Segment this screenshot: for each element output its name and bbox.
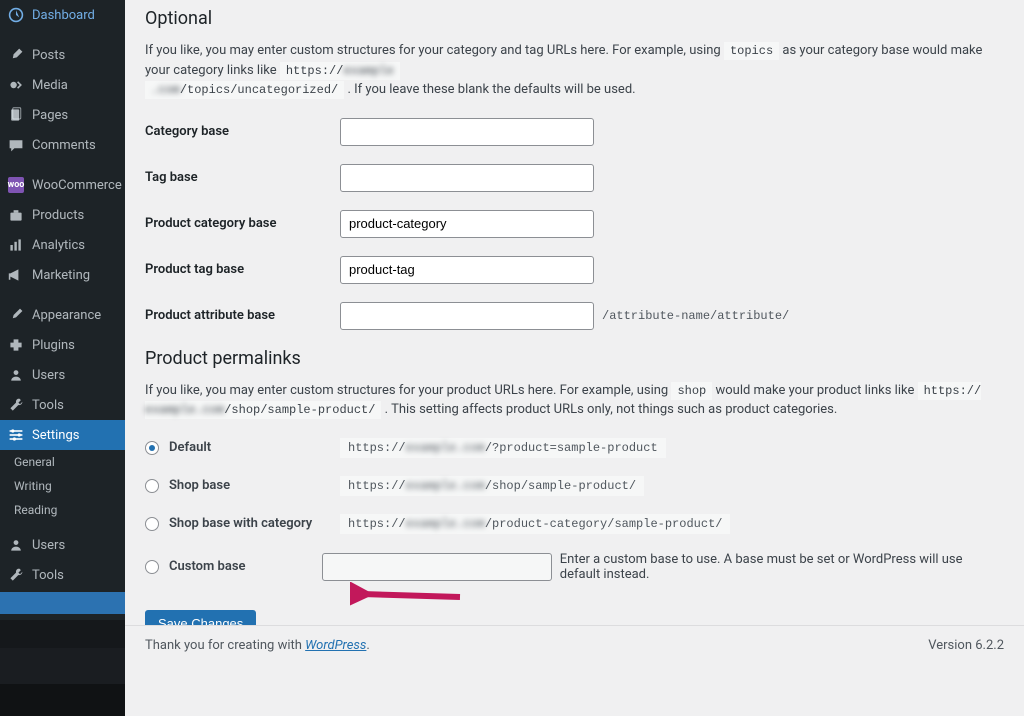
category-base-label: Category base (145, 124, 340, 139)
radio-icon (145, 517, 159, 531)
sidebar-item-appearance[interactable]: Appearance (0, 300, 125, 330)
sidebar-label: Settings (32, 428, 79, 443)
sidebar-label: Tools (32, 398, 64, 413)
sidebar-label: Dashboard (32, 8, 95, 23)
sidebar-label: Products (32, 208, 84, 223)
page-icon (8, 107, 24, 123)
sidebar-item-dashboard[interactable]: Dashboard (0, 0, 125, 30)
radio-label: Default (169, 440, 211, 455)
radio-label: Shop base (169, 478, 230, 493)
pin-icon (8, 47, 24, 63)
optional-heading: Optional (145, 8, 1004, 29)
product-attr-suffix: /attribute-name/attribute/ (602, 309, 789, 323)
footer-version: Version 6.2.2 (928, 638, 1004, 653)
permalink-option-shop[interactable]: Shop base (145, 478, 340, 493)
sidebar-item-users[interactable]: Users (0, 360, 125, 390)
wrench-icon (8, 567, 24, 583)
sidebar-label: Pages (32, 108, 68, 123)
settings-icon (8, 427, 24, 443)
code-topics: topics (724, 42, 779, 60)
category-base-input[interactable] (340, 118, 594, 146)
sidebar-item-posts[interactable]: Posts (0, 40, 125, 70)
sidebar-label: Plugins (32, 338, 75, 353)
radio-icon (145, 560, 159, 574)
product-cat-base-input[interactable] (340, 210, 594, 238)
permalink-code: https://example.com/product-category/sam… (340, 514, 730, 534)
sidebar-redacted (0, 620, 125, 648)
sidebar-item-comments[interactable]: Comments (0, 130, 125, 160)
radio-label: Custom base (169, 559, 246, 574)
sidebar-label: Tools (32, 568, 64, 583)
megaphone-icon (8, 267, 24, 283)
product-attr-base-label: Product attribute base (145, 308, 340, 323)
code-url1: https://example (280, 62, 400, 80)
sidebar-redacted (0, 684, 125, 716)
product-icon (8, 207, 24, 223)
permalink-code: https://example.com/?product=sample-prod… (340, 438, 666, 458)
sidebar-item-woocommerce[interactable]: woo WooCommerce (0, 170, 125, 200)
sidebar-sub-general[interactable]: General (0, 450, 125, 474)
tag-base-input[interactable] (340, 164, 594, 192)
code-url1b: .com/topics/uncategorized/ (145, 81, 344, 99)
tag-base-label: Tag base (145, 170, 340, 185)
sidebar-label: Comments (32, 138, 96, 153)
sidebar-item-marketing[interactable]: Marketing (0, 260, 125, 290)
analytics-icon (8, 237, 24, 253)
code-shop: shop (671, 382, 712, 400)
sidebar-item-tools[interactable]: Tools (0, 390, 125, 420)
radio-icon (145, 479, 159, 493)
permalink-code: https://example.com/shop/sample-product/ (340, 476, 644, 496)
custom-base-input[interactable] (322, 553, 552, 581)
wrench-icon (8, 397, 24, 413)
admin-sidebar: Dashboard Posts Media Pages Comments woo… (0, 0, 125, 665)
sidebar-redacted (0, 592, 125, 614)
sidebar-label: Media (32, 78, 68, 93)
sidebar-sub-writing[interactable]: Writing (0, 474, 125, 498)
sidebar-item-settings[interactable]: Settings (0, 420, 125, 450)
footer-thanks: Thank you for creating with WordPress. (145, 638, 370, 653)
wordpress-link[interactable]: WordPress (305, 638, 366, 653)
footer: Thank you for creating with WordPress. V… (125, 625, 1024, 665)
plugin-icon (8, 337, 24, 353)
users-icon (8, 537, 24, 553)
main-content: Optional If you like, you may enter cust… (125, 0, 1024, 665)
product-cat-base-label: Product category base (145, 216, 340, 231)
sidebar-item-pages[interactable]: Pages (0, 100, 125, 130)
sidebar-item-plugins[interactable]: Plugins (0, 330, 125, 360)
sidebar-label: Appearance (32, 308, 101, 323)
sidebar-item-products[interactable]: Products (0, 200, 125, 230)
sidebar-item-analytics[interactable]: Analytics (0, 230, 125, 260)
optional-desc: If you like, you may enter custom struct… (145, 41, 1004, 100)
dashboard-icon (8, 7, 24, 23)
product-tag-base-label: Product tag base (145, 262, 340, 277)
woo-icon: woo (8, 177, 24, 193)
comment-icon (8, 137, 24, 153)
permalinks-desc: If you like, you may enter custom struct… (145, 381, 1004, 420)
sidebar-item-media[interactable]: Media (0, 70, 125, 100)
radio-label: Shop base with category (169, 516, 312, 531)
custom-base-help: Enter a custom base to use. A base must … (560, 552, 1004, 582)
sidebar-sub-reading[interactable]: Reading (0, 498, 125, 522)
media-icon (8, 77, 24, 93)
sidebar-item-users-2[interactable]: Users (0, 530, 125, 560)
sidebar-redacted (0, 648, 125, 684)
permalinks-heading: Product permalinks (145, 348, 1004, 369)
product-attr-base-input[interactable] (340, 302, 594, 330)
sidebar-label: Analytics (32, 238, 85, 253)
sidebar-label: WooCommerce (32, 178, 122, 193)
sidebar-label: Users (32, 538, 65, 553)
permalink-option-custom[interactable]: Custom base (145, 559, 322, 574)
sidebar-item-tools-2[interactable]: Tools (0, 560, 125, 590)
product-tag-base-input[interactable] (340, 256, 594, 284)
radio-icon (145, 441, 159, 455)
permalink-option-default[interactable]: Default (145, 440, 340, 455)
sidebar-label: Users (32, 368, 65, 383)
sidebar-label: Posts (32, 48, 65, 63)
brush-icon (8, 307, 24, 323)
users-icon (8, 367, 24, 383)
permalink-option-shop-category[interactable]: Shop base with category (145, 516, 340, 531)
annotation-arrow-icon (350, 582, 470, 612)
sidebar-label: Marketing (32, 268, 90, 283)
